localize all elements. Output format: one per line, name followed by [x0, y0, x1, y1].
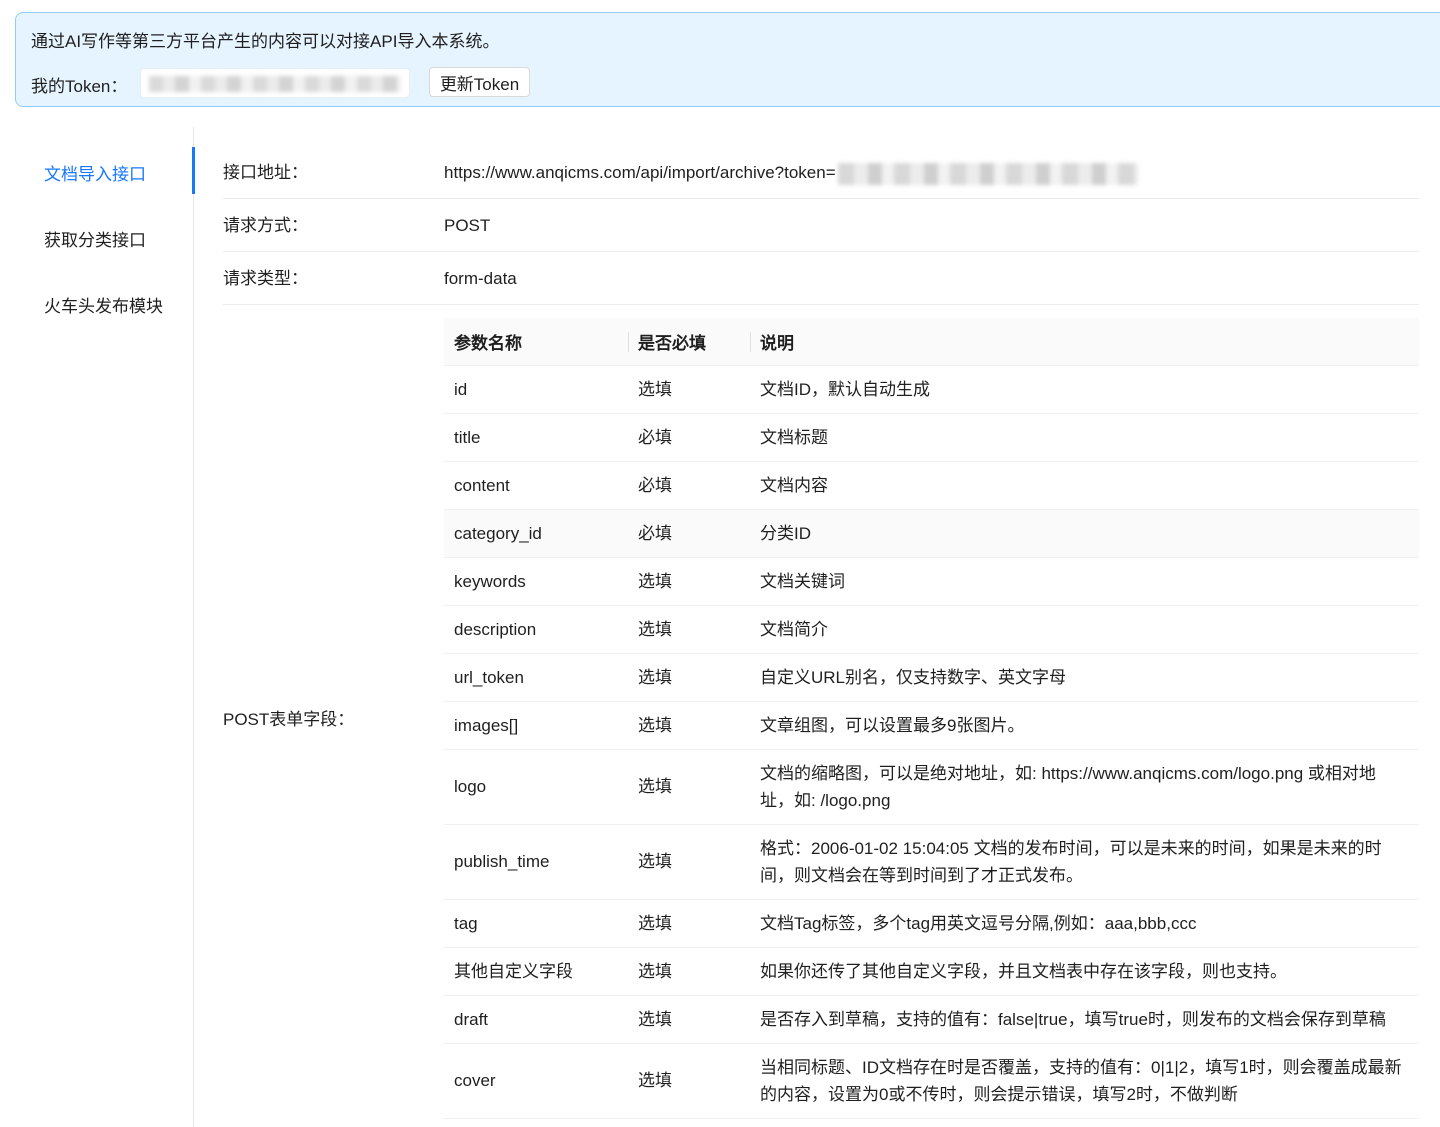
url-label: 接口地址： — [223, 163, 308, 182]
param-name: cover — [444, 1043, 628, 1119]
url-row: 接口地址： https://www.anqicms.com/api/import… — [223, 146, 1419, 199]
fields-label: POST表单字段： — [223, 710, 355, 729]
params-table: 参数名称 是否必填 说明 id 选填 文档ID，默认自动生成 title 必填 … — [444, 318, 1419, 1119]
url-token-masked — [837, 162, 1138, 185]
table-row: category_id 必填 分类ID — [444, 509, 1419, 558]
table-row: keywords 选填 文档关键词 — [444, 557, 1419, 606]
active-tab-indicator — [192, 147, 195, 194]
param-desc: 文档简介 — [750, 605, 1419, 654]
param-name: keywords — [444, 557, 628, 606]
alert-message: 通过AI写作等第三方平台产生的内容可以对接API导入本系统。 — [31, 32, 500, 51]
param-required: 选填 — [628, 653, 750, 702]
header-param-name: 参数名称 — [444, 318, 628, 366]
url-value: https://www.anqicms.com/api/import/archi… — [444, 146, 1138, 199]
info-alert: 通过AI写作等第三方平台产生的内容可以对接API导入本系统。 我的Token： … — [15, 12, 1440, 107]
param-name: logo — [444, 749, 628, 825]
method-label: 请求方式： — [223, 216, 308, 235]
param-required: 选填 — [628, 995, 750, 1044]
param-desc: 当相同标题、ID文档存在时是否覆盖，支持的值有：0|1|2，填写1时，则会覆盖成… — [750, 1043, 1419, 1119]
table-row: logo 选填 文档的缩略图，可以是绝对地址，如: https://www.an… — [444, 749, 1419, 825]
param-required: 选填 — [628, 824, 750, 900]
type-row: 请求类型： form-data — [223, 252, 1419, 305]
param-name: url_token — [444, 653, 628, 702]
param-name: description — [444, 605, 628, 654]
param-desc: 文档ID，默认自动生成 — [750, 365, 1419, 414]
param-name: title — [444, 413, 628, 462]
param-required: 选填 — [628, 749, 750, 825]
param-desc: 格式：2006-01-02 15:04:05 文档的发布时间，可以是未来的时间，… — [750, 824, 1419, 900]
param-desc: 文档内容 — [750, 461, 1419, 510]
param-desc: 文档关键词 — [750, 557, 1419, 606]
table-row: content 必填 文档内容 — [444, 461, 1419, 510]
token-label: 我的Token： — [31, 77, 128, 96]
param-required: 必填 — [628, 461, 750, 510]
table-row: cover 选填 当相同标题、ID文档存在时是否覆盖，支持的值有：0|1|2，填… — [444, 1043, 1419, 1119]
param-desc: 分类ID — [750, 509, 1419, 558]
table-row: title 必填 文档标题 — [444, 413, 1419, 462]
table-row: publish_time 选填 格式：2006-01-02 15:04:05 文… — [444, 824, 1419, 900]
table-row: 其他自定义字段 选填 如果你还传了其他自定义字段，并且文档表中存在该字段，则也支… — [444, 947, 1419, 996]
table-row: draft 选填 是否存入到草稿，支持的值有：false|true，填写true… — [444, 995, 1419, 1044]
table-row: url_token 选填 自定义URL别名，仅支持数字、英文字母 — [444, 653, 1419, 702]
table-header-row: 参数名称 是否必填 说明 — [444, 318, 1419, 366]
param-required: 选填 — [628, 605, 750, 654]
param-desc: 如果你还传了其他自定义字段，并且文档表中存在该字段，则也支持。 — [750, 947, 1419, 996]
token-value-masked — [140, 68, 410, 98]
param-name: publish_time — [444, 824, 628, 900]
param-name: id — [444, 365, 628, 414]
vertical-tabs: 文档导入接口 获取分类接口 火车头发布模块 — [0, 127, 195, 1127]
url-text: https://www.anqicms.com/api/import/archi… — [444, 163, 836, 182]
param-required: 选填 — [628, 899, 750, 948]
method-value: POST — [444, 216, 491, 235]
param-required: 选填 — [628, 557, 750, 606]
param-desc: 是否存入到草稿，支持的值有：false|true，填写true时，则发布的文档会… — [750, 995, 1419, 1044]
param-required: 选填 — [628, 701, 750, 750]
param-required: 必填 — [628, 509, 750, 558]
table-row: description 选填 文档简介 — [444, 605, 1419, 654]
param-desc: 文档的缩略图，可以是绝对地址，如: https://www.anqicms.co… — [750, 749, 1419, 825]
param-desc: 文档标题 — [750, 413, 1419, 462]
param-name: 其他自定义字段 — [444, 947, 628, 996]
header-required: 是否必填 — [628, 318, 750, 366]
type-value: form-data — [444, 269, 517, 288]
param-name: draft — [444, 995, 628, 1044]
param-desc: 文章组图，可以设置最多9张图片。 — [750, 701, 1419, 750]
param-required: 选填 — [628, 947, 750, 996]
param-required: 选填 — [628, 1043, 750, 1119]
tab-locomotive-module[interactable]: 火车头发布模块 — [44, 292, 163, 317]
param-name: tag — [444, 899, 628, 948]
tab-archive-import[interactable]: 文档导入接口 — [44, 160, 146, 185]
param-name: content — [444, 461, 628, 510]
tab-category-api[interactable]: 获取分类接口 — [44, 226, 146, 251]
table-row: id 选填 文档ID，默认自动生成 — [444, 365, 1419, 414]
table-row: images[] 选填 文章组图，可以设置最多9张图片。 — [444, 701, 1419, 750]
header-description: 说明 — [750, 318, 1419, 366]
table-row: tag 选填 文档Tag标签，多个tag用英文逗号分隔,例如：aaa,bbb,c… — [444, 899, 1419, 948]
method-row: 请求方式： POST — [223, 199, 1419, 252]
param-required: 选填 — [628, 365, 750, 414]
type-label: 请求类型： — [223, 269, 308, 288]
param-desc: 文档Tag标签，多个tag用英文逗号分隔,例如：aaa,bbb,ccc — [750, 899, 1419, 948]
param-desc: 自定义URL别名，仅支持数字、英文字母 — [750, 653, 1419, 702]
param-name: category_id — [444, 509, 628, 558]
param-name: images[] — [444, 701, 628, 750]
update-token-button[interactable]: 更新Token — [429, 67, 530, 97]
param-required: 必填 — [628, 413, 750, 462]
